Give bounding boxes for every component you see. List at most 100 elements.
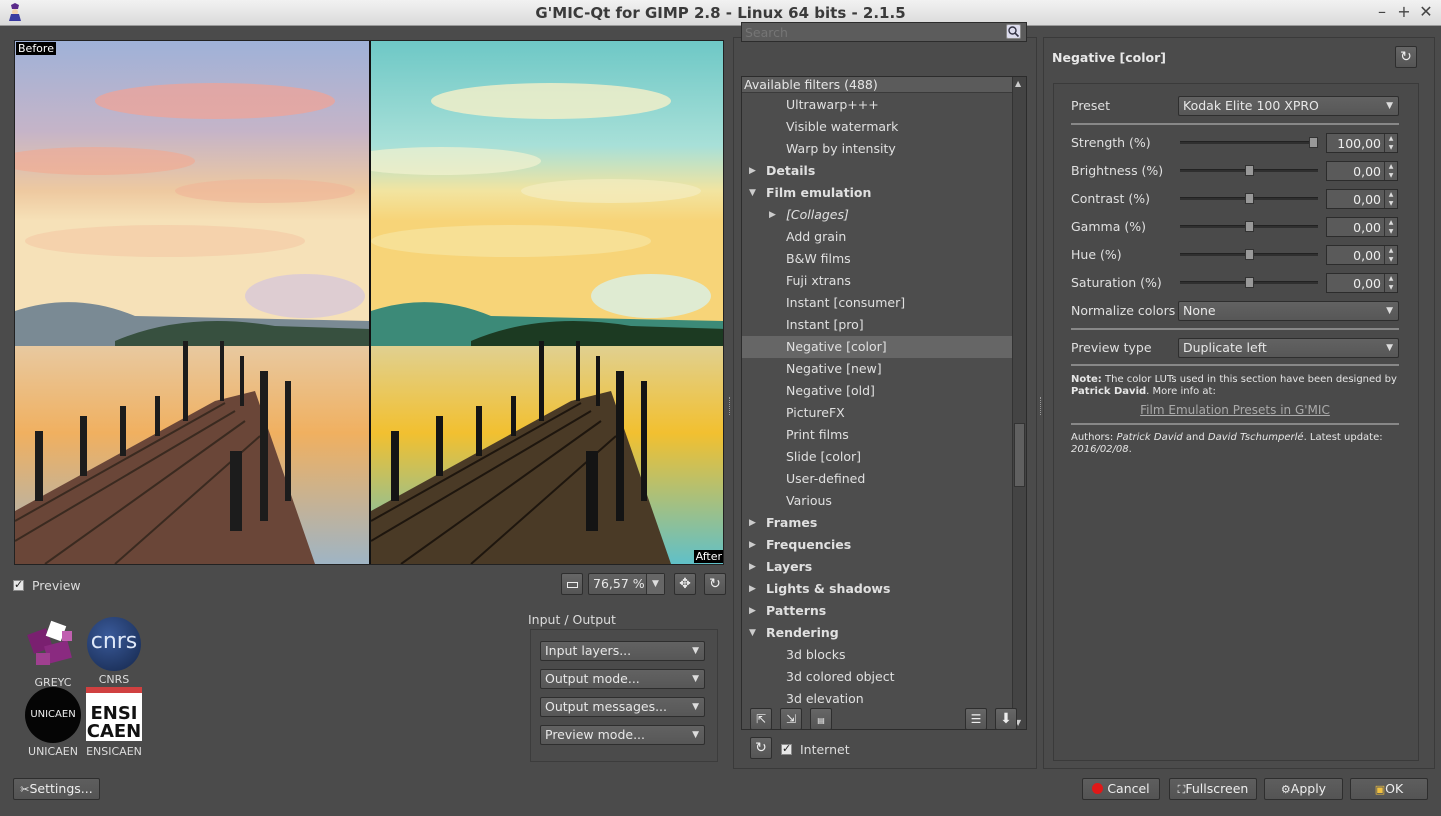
apply-button[interactable]: ⚙Apply <box>1264 778 1343 800</box>
search-input[interactable] <box>741 22 1027 42</box>
filter-item[interactable]: Visible watermark <box>742 116 1013 138</box>
close-button[interactable]: ✕ <box>1417 2 1435 21</box>
ok-button[interactable]: ▣OK <box>1350 778 1428 800</box>
collapsed-arrow-icon[interactable]: ▶ <box>749 578 756 600</box>
preview-checkbox[interactable] <box>13 578 24 591</box>
filter-tree[interactable]: Available filters (488) Ultrawarp+++ Visi… <box>741 76 1027 730</box>
zoom-out-button[interactable] <box>561 573 583 595</box>
slider-value-spinbox[interactable]: 0,00 ▲ ▼ <box>1326 217 1398 237</box>
remove-favorite-button[interactable]: ⇲ <box>780 708 802 730</box>
filter-item[interactable]: Slide [color] <box>742 446 1013 468</box>
collapsed-arrow-icon[interactable]: ▶ <box>749 160 756 182</box>
filter-item[interactable]: Fuji xtrans <box>742 270 1013 292</box>
update-filters-button[interactable]: ↻ <box>750 737 772 759</box>
film-emulation-link[interactable]: Film Emulation Presets in G'MIC <box>1071 403 1399 417</box>
minimize-button[interactable]: – <box>1373 2 1391 21</box>
filter-item[interactable]: B&W films <box>742 248 1013 270</box>
slider-value-spinbox[interactable]: 0,00 ▲ ▼ <box>1326 245 1398 265</box>
cancel-button[interactable]: Cancel <box>1082 778 1160 800</box>
toggle-visibility-button[interactable]: ☰ <box>965 708 987 730</box>
filter-category[interactable]: ▶ Layers <box>742 556 1013 578</box>
preview-refresh-button[interactable]: ↻ <box>704 573 726 595</box>
filter-category[interactable]: ▶ Patterns <box>742 600 1013 622</box>
slider-handle[interactable] <box>1245 221 1254 232</box>
output-mode-value: Output mode... <box>545 671 640 686</box>
scroll-up-icon[interactable]: ▲ <box>1015 79 1021 88</box>
split-divider[interactable] <box>369 41 371 564</box>
filter-item[interactable]: 3d colored object <box>742 666 1013 688</box>
slider-value-spinbox[interactable]: 0,00 ▲ ▼ <box>1326 189 1398 209</box>
normalize-colors-select[interactable]: None ▼ <box>1178 301 1399 321</box>
filter-category[interactable]: ▼ Film emulation <box>742 182 1013 204</box>
expand-collapse-button[interactable]: ⬇ <box>995 708 1017 730</box>
splitter-handle-right[interactable] <box>1040 397 1042 415</box>
filter-scrollbar[interactable]: ▲ ▼ <box>1012 77 1026 729</box>
slider-handle[interactable] <box>1245 249 1254 260</box>
filter-category[interactable]: ▶ Frequencies <box>742 534 1013 556</box>
filter-item[interactable]: 3d blocks <box>742 644 1013 666</box>
zoom-combo[interactable]: 76,57 % ▼ <box>588 573 665 595</box>
slider-value-spinbox[interactable]: 100,00 ▲ ▼ <box>1326 133 1398 153</box>
filter-item[interactable]: Various <box>742 490 1013 512</box>
internet-checkbox[interactable] <box>781 742 792 755</box>
preview-toggle[interactable]: Preview <box>13 577 81 593</box>
filter-item[interactable]: Warp by intensity <box>742 138 1013 160</box>
slider-handle[interactable] <box>1309 137 1318 148</box>
slider-value-spinbox[interactable]: 0,00 ▲ ▼ <box>1326 161 1398 181</box>
expanded-arrow-icon[interactable]: ▼ <box>749 182 756 204</box>
collapsed-arrow-icon[interactable]: ▶ <box>749 534 756 556</box>
preview-mode-select[interactable]: Preview mode... ▼ <box>540 725 705 745</box>
search-icon[interactable] <box>1006 24 1021 39</box>
filter-item[interactable]: 3d elevation <box>742 688 1013 710</box>
maximize-button[interactable]: + <box>1395 2 1413 21</box>
output-mode-select[interactable]: Output mode... ▼ <box>540 669 705 689</box>
output-messages-select[interactable]: Output messages... ▼ <box>540 697 705 717</box>
internet-label: Internet <box>799 742 850 757</box>
settings-button[interactable]: ✂Settings... <box>13 778 100 800</box>
filter-item[interactable]: Add grain <box>742 226 1013 248</box>
spin-arrows-icon[interactable]: ▲ ▼ <box>1384 162 1397 180</box>
filter-item[interactable]: Print films <box>742 424 1013 446</box>
collapsed-arrow-icon[interactable]: ▶ <box>749 556 756 578</box>
expanded-arrow-icon[interactable]: ▼ <box>749 622 756 644</box>
slider-value-spinbox[interactable]: 0,00 ▲ ▼ <box>1326 273 1398 293</box>
spin-arrows-icon[interactable]: ▲ ▼ <box>1384 190 1397 208</box>
filter-category[interactable]: ▶ Details <box>742 160 1013 182</box>
internet-toggle[interactable]: Internet <box>781 741 850 757</box>
filter-item[interactable]: Negative [new] <box>742 358 1013 380</box>
input-layers-select[interactable]: Input layers... ▼ <box>540 641 705 661</box>
tools-icon: ✂ <box>20 783 30 796</box>
collapsed-arrow-icon[interactable]: ▶ <box>749 600 756 622</box>
preview-type-select[interactable]: Duplicate left ▼ <box>1178 338 1399 358</box>
collapsed-arrow-icon[interactable]: ▶ <box>769 204 776 226</box>
filter-item[interactable]: Negative [old] <box>742 380 1013 402</box>
spin-arrows-icon[interactable]: ▲ ▼ <box>1384 274 1397 292</box>
splitter-handle-left[interactable] <box>729 397 731 415</box>
rename-favorite-button[interactable]: ▤ <box>810 708 832 730</box>
reset-parameters-button[interactable]: ↻ <box>1395 46 1417 68</box>
preset-select[interactable]: Kodak Elite 100 XPRO ▼ <box>1178 96 1399 116</box>
filter-item[interactable]: User-defined <box>742 468 1013 490</box>
spin-arrows-icon[interactable]: ▲ ▼ <box>1384 218 1397 236</box>
filter-category[interactable]: ▶ Lights & shadows <box>742 578 1013 600</box>
filter-item[interactable]: ▶ [Collages] <box>742 204 1013 226</box>
filter-item[interactable]: Instant [consumer] <box>742 292 1013 314</box>
filter-item[interactable]: Negative [color] <box>742 336 1013 358</box>
spin-arrows-icon[interactable]: ▲ ▼ <box>1384 134 1397 152</box>
filter-item[interactable]: PictureFX <box>742 402 1013 424</box>
fullscreen-button[interactable]: ⛶Fullscreen <box>1169 778 1257 800</box>
scrollbar-thumb[interactable] <box>1014 423 1025 487</box>
filter-category[interactable]: ▼ Rendering <box>742 622 1013 644</box>
spin-arrows-icon[interactable]: ▲ ▼ <box>1384 246 1397 264</box>
filter-item[interactable]: Ultrawarp+++ <box>742 94 1013 116</box>
slider-handle[interactable] <box>1245 193 1254 204</box>
slider-handle[interactable] <box>1245 277 1254 288</box>
zoom-fit-button[interactable]: ✥ <box>674 573 696 595</box>
filter-category[interactable]: ▶ Frames <box>742 512 1013 534</box>
slider-handle[interactable] <box>1245 165 1254 176</box>
add-favorite-button[interactable]: ⇱ <box>750 708 772 730</box>
filter-item[interactable]: Instant [pro] <box>742 314 1013 336</box>
collapsed-arrow-icon[interactable]: ▶ <box>749 512 756 534</box>
preview-area[interactable]: Before After <box>14 40 724 565</box>
slider-track[interactable] <box>1180 141 1318 144</box>
